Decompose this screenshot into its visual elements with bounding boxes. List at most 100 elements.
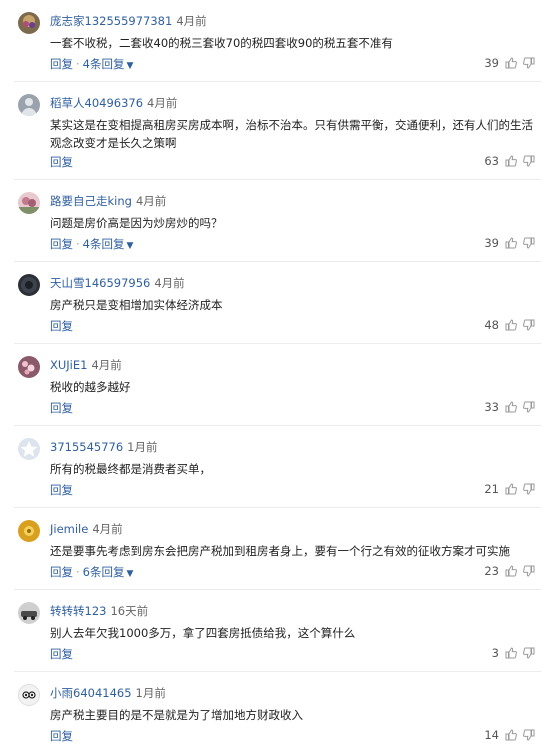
avatar[interactable] [18, 94, 40, 116]
thumbs-up-icon[interactable] [505, 483, 517, 495]
username-link[interactable]: 3715545776 [50, 440, 123, 454]
action-separator: · [76, 57, 80, 71]
view-replies-button[interactable]: 4条回复 ▼ [83, 57, 134, 71]
thumbs-down-icon[interactable] [523, 565, 535, 577]
reply-button[interactable]: 回复 [50, 647, 73, 661]
like-count: 63 [484, 154, 499, 168]
comment-actions: 回复 · 6条回复 ▼ [50, 564, 133, 580]
thumbs-down-icon[interactable] [523, 319, 535, 331]
vote-area: 33 [484, 400, 535, 414]
username-link[interactable]: 小雨64041465 [50, 686, 132, 700]
comment-time: 4月前 [91, 358, 122, 372]
comment-time: 4月前 [147, 96, 178, 110]
view-replies-button[interactable]: 4条回复 ▼ [83, 237, 134, 251]
comment-text: 别人去年欠我1000多万，拿了四套房抵债给我，这个算什么 [50, 626, 356, 640]
comment-actions: 回复 · 4条回复 ▼ [50, 56, 133, 72]
comment-header: XUJiE1 4月前 [50, 357, 122, 373]
like-count: 39 [484, 236, 499, 250]
reply-button[interactable]: 回复 [50, 729, 73, 743]
thumbs-down-icon[interactable] [523, 483, 535, 495]
thumbs-up-icon[interactable] [505, 237, 517, 249]
avatar[interactable] [18, 684, 40, 706]
comment-item: 转转转123 16天前 别人去年欠我1000多万，拿了四套房抵债给我，这个算什么 … [14, 590, 541, 672]
comment-header: 转转转123 16天前 [50, 603, 148, 619]
reply-button[interactable]: 回复 [50, 401, 73, 415]
like-count: 14 [484, 728, 499, 742]
reply-button[interactable]: 回复 [50, 565, 73, 579]
vote-area: 3 [492, 646, 535, 660]
comment-actions: 回复 [50, 154, 73, 170]
thumbs-down-icon[interactable] [523, 57, 535, 69]
username-link[interactable]: 路要自己走king [50, 194, 132, 208]
comment-time: 4月前 [176, 14, 207, 28]
comment-item: 3715545776 1月前 所有的税最终都是消费者买单， 回复 21 [14, 426, 541, 508]
action-separator: · [76, 237, 80, 251]
reply-button[interactable]: 回复 [50, 237, 73, 251]
avatar[interactable] [18, 12, 40, 34]
comment-item: 稻草人40496376 4月前 某实这是在变相提高租房买房成本啊，治标不治本。只有… [14, 82, 541, 180]
comment-header: 庞志家132555977381 4月前 [50, 13, 207, 29]
view-replies-label: 4条回复 [82, 237, 125, 251]
vote-area: 48 [484, 318, 535, 332]
thumbs-up-icon[interactable] [505, 319, 517, 331]
comment-text: 某实这是在变相提高租房买房成本啊，治标不治本。只有供需平衡，交通便利，还有人们的… [50, 118, 533, 150]
comment-time: 4月前 [92, 522, 123, 536]
comment-item: 庞志家132555977381 4月前 一套不收税，二套收40的税三套收70的税四… [14, 0, 541, 82]
view-replies-label: 4条回复 [82, 57, 125, 71]
comment-text: 房产税主要目的是不是就是为了增加地方财政收入 [50, 708, 303, 722]
like-count: 39 [484, 56, 499, 70]
like-count: 21 [484, 482, 499, 496]
username-link[interactable]: XUJiE1 [50, 358, 87, 372]
thumbs-down-icon[interactable] [523, 237, 535, 249]
comment-text: 一套不收税，二套收40的税三套收70的税四套收90的税五套不准有 [50, 36, 393, 50]
comment-header: 路要自己走king 4月前 [50, 193, 166, 209]
thumbs-down-icon[interactable] [523, 729, 535, 741]
thumbs-up-icon[interactable] [505, 647, 517, 659]
comment-text: 问题是房价高是因为炒房炒的吗？ [50, 216, 223, 230]
avatar[interactable] [18, 520, 40, 542]
thumbs-up-icon[interactable] [505, 401, 517, 413]
thumbs-up-icon[interactable] [505, 57, 517, 69]
like-count: 33 [484, 400, 499, 414]
comment-actions: 回复 [50, 400, 73, 416]
like-count: 48 [484, 318, 499, 332]
reply-button[interactable]: 回复 [50, 483, 73, 497]
comment-time: 1月前 [135, 686, 166, 700]
view-replies-button[interactable]: 6条回复 ▼ [83, 565, 134, 579]
comment-actions: 回复 [50, 728, 73, 744]
comment-time: 16天前 [110, 604, 149, 618]
reply-button[interactable]: 回复 [50, 155, 73, 169]
vote-area: 21 [484, 482, 535, 496]
comment-item: 小雨64041465 1月前 房产税主要目的是不是就是为了增加地方财政收入 回复 … [14, 672, 541, 749]
avatar[interactable] [18, 274, 40, 296]
avatar[interactable] [18, 602, 40, 624]
vote-area: 23 [484, 564, 535, 578]
username-link[interactable]: 庞志家132555977381 [50, 14, 172, 28]
comment-text: 所有的税最终都是消费者买单， [50, 462, 211, 476]
thumbs-down-icon[interactable] [523, 155, 535, 167]
like-count: 3 [491, 646, 499, 660]
comment-time: 1月前 [127, 440, 158, 454]
chevron-down-icon: ▼ [126, 241, 134, 251]
username-link[interactable]: 稻草人40496376 [50, 96, 143, 110]
username-link[interactable]: Jiemile [50, 522, 88, 536]
thumbs-up-icon[interactable] [505, 729, 517, 741]
reply-button[interactable]: 回复 [50, 319, 73, 333]
thumbs-up-icon[interactable] [505, 155, 517, 167]
comment-header: 3715545776 1月前 [50, 439, 158, 455]
comment-actions: 回复 [50, 482, 73, 498]
comment-actions: 回复 · 4条回复 ▼ [50, 236, 133, 252]
username-link[interactable]: 转转转123 [50, 604, 106, 618]
vote-area: 39 [484, 236, 535, 250]
avatar[interactable] [18, 192, 40, 214]
avatar[interactable] [18, 356, 40, 378]
avatar[interactable] [18, 438, 40, 460]
thumbs-down-icon[interactable] [523, 401, 535, 413]
vote-area: 63 [484, 154, 535, 168]
view-replies-label: 6条回复 [82, 565, 125, 579]
thumbs-down-icon[interactable] [523, 647, 535, 659]
reply-button[interactable]: 回复 [50, 57, 73, 71]
username-link[interactable]: 天山雪146597956 [50, 276, 150, 290]
thumbs-up-icon[interactable] [505, 565, 517, 577]
chevron-down-icon: ▼ [126, 569, 134, 579]
